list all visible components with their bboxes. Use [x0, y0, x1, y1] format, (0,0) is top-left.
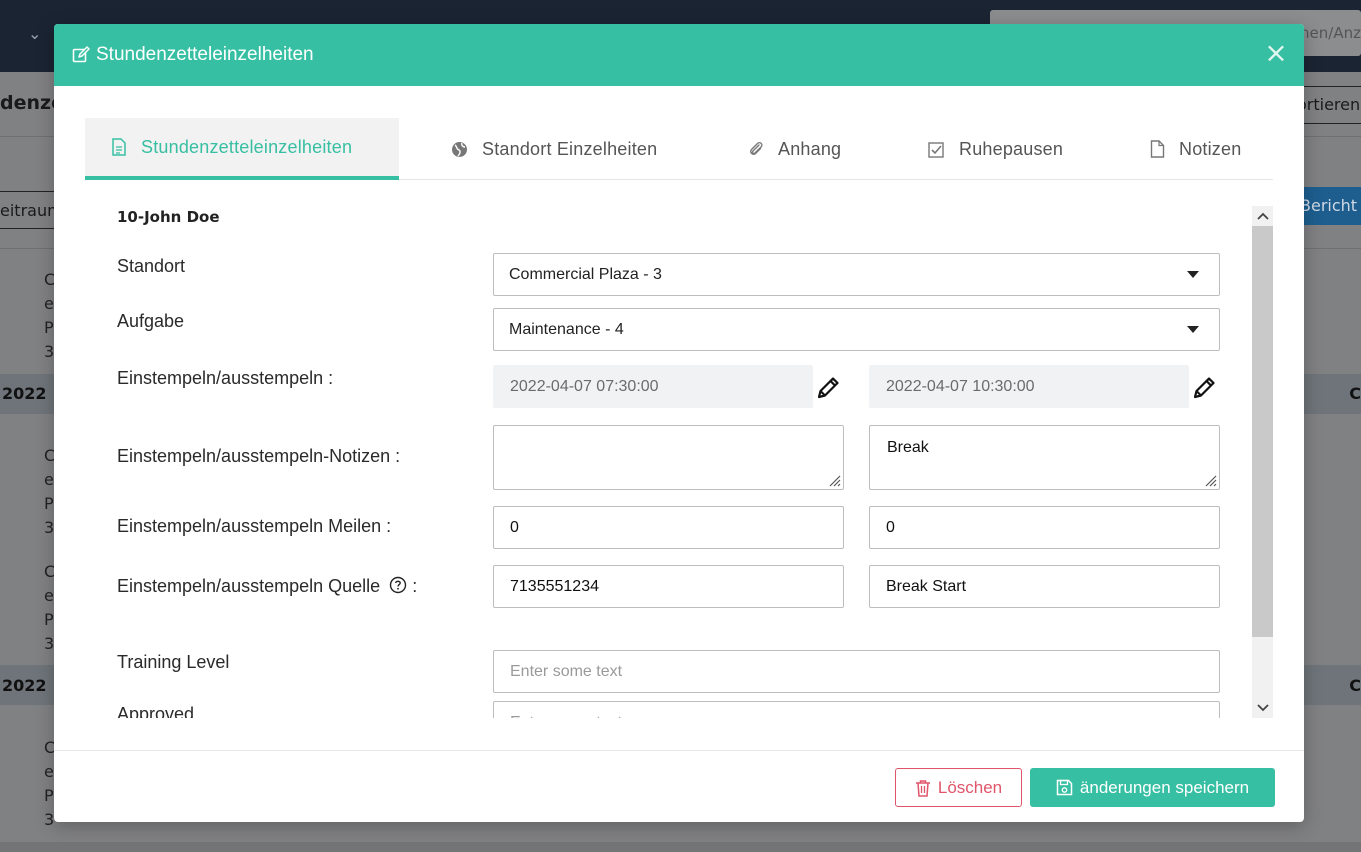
globe-icon	[452, 141, 467, 157]
scroll-down-icon[interactable]	[1252, 698, 1273, 718]
clock-notes-label: Einstempeln/ausstempeln-Notizen :	[117, 446, 401, 466]
help-icon[interactable]	[389, 576, 407, 594]
location-select[interactable]: Commercial Plaza - 3	[493, 253, 1220, 296]
background-band-label: 2022	[2, 676, 47, 695]
task-select[interactable]: Maintenance - 4	[493, 308, 1220, 351]
clock-in-notes-textarea[interactable]	[493, 425, 844, 490]
location-label: Standort	[117, 256, 186, 276]
clock-in-miles-input[interactable]: 0	[493, 506, 844, 549]
edit-icon	[72, 46, 90, 63]
chevron-down-icon: ⌄	[28, 24, 42, 43]
scrollbar-thumb[interactable]	[1252, 226, 1273, 637]
file-icon	[1150, 140, 1165, 158]
approved-input[interactable]: Enter some text	[493, 701, 1220, 718]
pencil-icon[interactable]	[814, 374, 842, 402]
delete-button[interactable]: Löschen	[895, 768, 1022, 807]
employee-name: 10-John Doe	[117, 208, 220, 226]
approved-label: Approved	[117, 704, 195, 718]
task-select-value: Maintenance - 4	[509, 321, 624, 338]
tab-label: Standort Einzelheiten	[482, 138, 658, 159]
tab-notes[interactable]: Notizen	[1150, 118, 1241, 180]
background-band-right: C	[1349, 384, 1361, 403]
clock-out-notes-textarea[interactable]: Break	[869, 425, 1220, 490]
resize-handle-icon[interactable]	[1203, 473, 1217, 487]
tab-breaks[interactable]: Ruhepausen	[928, 118, 1063, 180]
caret-down-icon	[1187, 271, 1199, 278]
clock-out-field[interactable]: 2022-04-07 10:30:00	[869, 365, 1189, 408]
modal-footer: Löschen änderungen speichern	[54, 750, 1304, 822]
location-select-value: Commercial Plaza - 3	[509, 266, 662, 283]
clock-label: Einstempeln/ausstempeln :	[117, 368, 334, 388]
form-scrollbar[interactable]	[1252, 206, 1273, 718]
delete-button-label: Löschen	[937, 777, 1003, 797]
save-changes-button[interactable]: änderungen speichern	[1030, 768, 1275, 807]
caret-down-icon	[1187, 326, 1199, 333]
modal-title: Stundenzetteleinzelheiten	[96, 44, 314, 65]
clock-out-miles-input[interactable]: 0	[869, 506, 1220, 549]
tab-attachment[interactable]: Anhang	[748, 118, 841, 180]
background-band-label: 2022	[2, 384, 47, 403]
tab-label: Notizen	[1179, 138, 1242, 159]
tab-label: Stundenzetteleinzelheiten	[141, 136, 353, 157]
training-level-input[interactable]: Enter some text	[493, 650, 1220, 693]
background-divider	[0, 842, 1361, 852]
training-level-label: Training Level	[117, 652, 230, 672]
background-band-right: C	[1349, 676, 1361, 695]
clock-miles-label: Einstempeln/ausstempeln Meilen :	[117, 516, 392, 536]
clock-out-source-input[interactable]: Break Start	[869, 565, 1220, 608]
tab-label: Ruhepausen	[959, 138, 1064, 159]
tab-timesheet-details[interactable]: Stundenzetteleinzelheiten	[85, 118, 399, 180]
resize-handle-icon[interactable]	[827, 473, 841, 487]
modal-header: Stundenzetteleinzelheiten ×	[54, 24, 1304, 86]
form-scroll-area[interactable]: 10-John Doe Standort Commercial Plaza - …	[85, 206, 1273, 718]
timesheet-details-modal: Stundenzetteleinzelheiten × Stundenzette…	[54, 24, 1304, 822]
trash-icon	[915, 779, 930, 797]
save-icon	[1056, 779, 1073, 796]
scroll-up-icon[interactable]	[1252, 206, 1273, 226]
tab-label: Anhang	[778, 138, 842, 159]
clock-in-field[interactable]: 2022-04-07 07:30:00	[493, 365, 813, 408]
pencil-icon[interactable]	[1190, 374, 1218, 402]
tab-location-details[interactable]: Standort Einzelheiten	[451, 118, 657, 180]
document-icon	[112, 138, 126, 156]
checkbox-icon	[928, 141, 944, 158]
clock-source-label: Einstempeln/ausstempeln Quelle :	[117, 576, 418, 596]
task-label: Aufgabe	[117, 311, 185, 331]
close-icon[interactable]: ×	[1264, 39, 1288, 67]
clock-in-source-input[interactable]: 7135551234	[493, 565, 844, 608]
save-button-label: änderungen speichern	[1079, 777, 1250, 797]
clock-out-notes-text: Break	[887, 439, 929, 456]
background-range-button: eitraum	[0, 191, 63, 229]
paperclip-icon	[750, 141, 763, 155]
tab-bar: Stundenzetteleinzelheiten Standort Einze…	[85, 118, 1273, 180]
